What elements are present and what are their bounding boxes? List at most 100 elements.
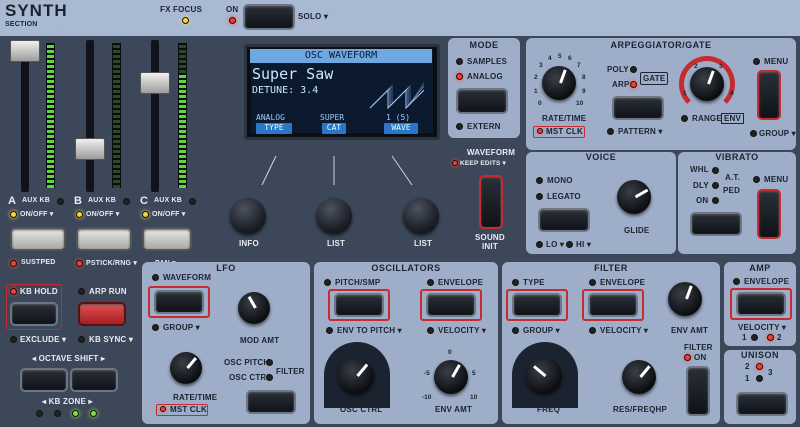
layer-a-onoff[interactable]: ON/OFF ▾ — [20, 210, 54, 218]
fader-b[interactable] — [75, 138, 105, 160]
list-knob-1[interactable] — [316, 198, 352, 234]
osc-env-amt-knob[interactable] — [434, 360, 468, 394]
vibrato-button[interactable] — [690, 212, 742, 236]
filter-velocity-label: VELOCITY ▾ — [600, 326, 649, 335]
filter-env-led — [589, 279, 596, 286]
filter-type-button[interactable] — [512, 293, 562, 317]
arp-run-button[interactable] — [78, 302, 126, 326]
layer-a-button[interactable] — [10, 227, 66, 251]
kb-hold-led — [10, 288, 17, 295]
sound-init-button[interactable] — [479, 175, 503, 229]
legato-label: LEGATO — [547, 192, 581, 201]
osc-bip-10: 10 — [470, 394, 478, 401]
display-tag-type: TYPE — [256, 123, 292, 134]
layer-b-aux-led — [123, 198, 130, 205]
voice-button[interactable] — [538, 208, 590, 232]
saw-wave-icon — [369, 82, 425, 110]
filter-title: FILTER — [594, 263, 628, 273]
solo-button[interactable] — [243, 4, 295, 30]
lo-led — [536, 241, 543, 248]
vib-on-label: ON — [696, 196, 709, 205]
arp-group-led — [750, 130, 757, 137]
lfo-rate-knob[interactable] — [170, 352, 202, 384]
layer-a-name: A — [8, 195, 16, 207]
pstick-led — [76, 260, 83, 267]
mono-led — [536, 177, 543, 184]
env-to-pitch-label: ENV TO PITCH ▾ — [337, 326, 402, 335]
fader-a-track — [21, 40, 29, 192]
pitch-smp-led — [324, 279, 331, 286]
lfo-mod-amt-knob[interactable] — [238, 292, 270, 324]
amp-title: AMP — [749, 263, 771, 273]
lfo-dest-button[interactable] — [246, 390, 296, 414]
sustped-label: SUSTPED — [21, 259, 56, 266]
kb-hold-label: KB HOLD — [20, 287, 58, 296]
kb-zone-led-4 — [90, 410, 97, 417]
env-to-pitch-led — [326, 327, 333, 334]
samples-led — [456, 58, 463, 65]
lfo-group-label: GROUP ▾ — [163, 323, 200, 332]
layer-c-onoff[interactable]: ON/OFF ▾ — [152, 210, 186, 218]
vib-menu-label: MENU — [764, 175, 789, 184]
lfo-filter-label: FILTER — [276, 367, 305, 376]
octave-down-button[interactable] — [20, 368, 68, 392]
lo-label: LO ▾ — [546, 240, 565, 249]
filter-on-button[interactable] — [686, 366, 710, 416]
display-param: DETUNE: 3.4 — [252, 85, 319, 96]
layer-c-aux: AUX KB — [154, 197, 183, 204]
unison-button[interactable] — [736, 392, 788, 416]
range-scale-3: 3 — [719, 63, 723, 70]
kb-hold-button[interactable] — [10, 302, 58, 326]
layer-c-name: C — [140, 195, 148, 207]
layer-b-button[interactable] — [76, 227, 132, 251]
freq-knob[interactable] — [526, 358, 562, 394]
filter-type-label: TYPE — [523, 278, 545, 287]
lfo-waveform-button[interactable] — [154, 290, 204, 314]
exclude-led — [10, 336, 17, 343]
layer-b-aux: AUX KB — [88, 197, 117, 204]
dly-led — [712, 182, 719, 189]
osc-env-amt-label: ENV AMT — [435, 405, 473, 414]
kb-zone-label: ◂ KB ZONE ▸ — [42, 397, 93, 406]
list-knob-2[interactable] — [403, 198, 439, 234]
filter-env-button[interactable] — [588, 293, 638, 317]
amp-env-button[interactable] — [736, 292, 786, 316]
poly-label: POLY — [607, 65, 629, 74]
unison-3-label: 3 — [768, 368, 773, 377]
arp-mode-button[interactable] — [612, 96, 664, 120]
info-knob[interactable] — [230, 198, 266, 234]
samples-label: SAMPLES — [467, 57, 508, 66]
arp-menu-led — [753, 58, 760, 65]
layer-b-onoff[interactable]: ON/OFF ▾ — [86, 210, 120, 218]
vib-menu-button[interactable] — [757, 189, 781, 239]
hi-label: HI ▾ — [576, 240, 592, 249]
glide-knob[interactable] — [617, 180, 651, 214]
arp-menu-label: MENU — [764, 57, 789, 66]
freq-label: FREQ — [537, 405, 561, 414]
display-field-1: ANALOG — [256, 113, 285, 122]
arp-range-knob[interactable] — [690, 67, 724, 101]
pitch-smp-button[interactable] — [334, 293, 384, 317]
arp-menu-button[interactable] — [757, 70, 781, 120]
osc-bip-m10: -10 — [422, 394, 432, 401]
filter-on-on: ON — [694, 353, 707, 362]
mode-button[interactable] — [456, 88, 508, 114]
octave-up-button[interactable] — [70, 368, 118, 392]
arp-scale-10: 10 — [576, 100, 584, 107]
fader-a[interactable] — [10, 40, 40, 62]
filter-group-led — [512, 327, 519, 334]
synth-panel: SYNTH SECTION FX FOCUS ON SOLO ▾ A AUX K… — [0, 0, 800, 427]
layer-c-button[interactable] — [142, 227, 192, 251]
osc-envelope-button[interactable] — [426, 293, 476, 317]
layer-b-on-led — [76, 211, 83, 218]
pattern-label: PATTERN ▾ — [618, 127, 663, 136]
fader-c[interactable] — [140, 72, 170, 94]
osc-ctrl-knob[interactable] — [338, 358, 374, 394]
osc-bip-m5: -5 — [424, 370, 430, 377]
arp-rate-knob[interactable] — [542, 66, 576, 100]
lfo-group-led — [152, 324, 159, 331]
info-knob-label: INFO — [239, 239, 259, 248]
lfo-rate-label: RATE/TIME — [173, 393, 218, 402]
res-knob[interactable] — [622, 360, 656, 394]
filter-env-amt-knob[interactable] — [668, 282, 702, 316]
